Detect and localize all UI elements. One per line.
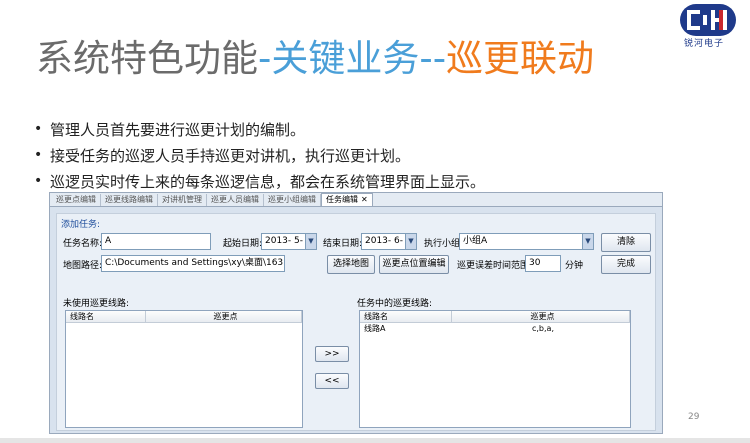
column-route-name[interactable]: 线路名 bbox=[66, 311, 146, 322]
logo-text: 锐河电子 bbox=[684, 39, 725, 49]
tolerance-unit: 分钟 bbox=[565, 261, 584, 271]
bottom-bar bbox=[0, 438, 750, 443]
group-label: 添加任务: bbox=[61, 220, 101, 230]
move-left-button[interactable]: << bbox=[315, 373, 349, 389]
map-path-value: C:\Documents and Settings\xy\桌面\163141.j… bbox=[105, 258, 284, 268]
start-date-picker[interactable]: 2013- 5- 2 ▼ bbox=[261, 233, 317, 250]
bullet-text: 管理人员首先要进行巡更计划的编制。 bbox=[50, 120, 306, 139]
start-date-label: 起始日期: bbox=[223, 239, 263, 249]
add-task-panel: 添加任务: 任务名称: A 起始日期: 2013- 5- 2 ▼ 结束日期: 20… bbox=[56, 213, 656, 431]
list-header: 线路名 巡更点 bbox=[360, 311, 630, 323]
finish-button[interactable]: 完成 bbox=[601, 255, 651, 274]
column-points[interactable]: 巡更点 bbox=[452, 311, 630, 322]
select-map-button[interactable]: 选择地图 bbox=[327, 255, 375, 274]
task-routes-list[interactable]: 线路名 巡更点 线路A c,b,a, bbox=[359, 310, 631, 428]
tolerance-value: 30 bbox=[529, 258, 541, 268]
end-date-picker[interactable]: 2013- 6- 2 ▼ bbox=[361, 233, 417, 250]
logo-mark-icon bbox=[680, 4, 736, 36]
tab-intercom-management[interactable]: 对讲机管理 bbox=[158, 194, 207, 206]
tolerance-input[interactable]: 30 bbox=[525, 255, 561, 272]
chevron-down-icon[interactable]: ▼ bbox=[305, 234, 316, 249]
map-path-label: 地图路径: bbox=[63, 261, 103, 271]
group-select-value: 小组A bbox=[463, 236, 488, 246]
tab-task-edit-label: 任务编辑 bbox=[326, 195, 358, 204]
clear-button[interactable]: 清除 bbox=[601, 233, 651, 252]
task-name-value: A bbox=[105, 236, 112, 246]
bullet-text: 巡逻员实时传上来的每条巡逻信息，都会在系统管理界面上显示。 bbox=[50, 172, 486, 191]
move-right-button[interactable]: >> bbox=[315, 346, 349, 362]
close-icon[interactable]: ✕ bbox=[361, 195, 368, 204]
title-part-3: 巡更联动 bbox=[446, 37, 595, 80]
table-row[interactable]: 线路A c,b,a, bbox=[360, 323, 630, 335]
unused-routes-label: 未使用巡更线路: bbox=[63, 299, 130, 309]
column-route-name[interactable]: 线路名 bbox=[360, 311, 452, 322]
task-name-input[interactable]: A bbox=[101, 233, 211, 250]
page-number: 29 bbox=[688, 412, 700, 422]
bullet-dot-icon: • bbox=[34, 147, 43, 163]
bullet-dot-icon: • bbox=[34, 121, 43, 137]
tolerance-label: 巡更误差时间范围: bbox=[457, 261, 533, 271]
app-screenshot: 巡更点编辑 巡更线路编辑 对讲机管理 巡更人员编辑 巡更小组编辑 任务编辑 ✕ 添… bbox=[49, 192, 663, 434]
edit-point-position-button[interactable]: 巡更点位置编辑 bbox=[379, 255, 449, 274]
title-part-2: -关键业务-- bbox=[258, 37, 447, 80]
column-points[interactable]: 巡更点 bbox=[146, 311, 302, 322]
slide: 锐河电子 系统特色功能-关键业务--巡更联动 • 管理人员首先要进行巡更计划的编制… bbox=[0, 0, 750, 443]
bullet-list: • 管理人员首先要进行巡更计划的编制。 • 接受任务的巡逻人员手持巡更对讲机，执行巡… bbox=[34, 116, 485, 194]
bullet-item: • 巡逻员实时传上来的每条巡逻信息，都会在系统管理界面上显示。 bbox=[34, 168, 485, 194]
tab-patrol-route-edit[interactable]: 巡更线路编辑 bbox=[101, 194, 158, 206]
task-routes-label: 任务中的巡更线路: bbox=[357, 299, 433, 309]
tab-patrol-point-edit[interactable]: 巡更点编辑 bbox=[52, 194, 101, 206]
unused-routes-list[interactable]: 线路名 巡更点 bbox=[65, 310, 303, 428]
title-part-1: 系统特色功能 bbox=[36, 37, 258, 80]
slide-title: 系统特色功能-关键业务--巡更联动 bbox=[36, 34, 594, 84]
map-path-input[interactable]: C:\Documents and Settings\xy\桌面\163141.j… bbox=[101, 255, 285, 272]
chevron-down-icon[interactable]: ▼ bbox=[582, 234, 593, 249]
bullet-text: 接受任务的巡逻人员手持巡更对讲机，执行巡更计划。 bbox=[50, 146, 411, 165]
route-name-cell: 线路A bbox=[364, 324, 386, 333]
end-date-label: 结束日期: bbox=[323, 239, 363, 249]
route-points-cell: c,b,a, bbox=[531, 324, 554, 333]
task-name-label: 任务名称: bbox=[63, 239, 103, 249]
list-header: 线路名 巡更点 bbox=[66, 311, 302, 323]
group-select[interactable]: 小组A ▼ bbox=[459, 233, 594, 250]
group-select-label: 执行小组: bbox=[424, 239, 464, 249]
tab-bar: 巡更点编辑 巡更线路编辑 对讲机管理 巡更人员编辑 巡更小组编辑 任务编辑 ✕ bbox=[50, 193, 662, 207]
company-logo: 锐河电子 bbox=[676, 4, 746, 50]
tab-patrol-staff-edit[interactable]: 巡更人员编辑 bbox=[207, 194, 264, 206]
bullet-dot-icon: • bbox=[34, 173, 43, 189]
bullet-item: • 管理人员首先要进行巡更计划的编制。 bbox=[34, 116, 485, 142]
chevron-down-icon[interactable]: ▼ bbox=[405, 234, 416, 249]
bullet-item: • 接受任务的巡逻人员手持巡更对讲机，执行巡更计划。 bbox=[34, 142, 485, 168]
tab-patrol-group-edit[interactable]: 巡更小组编辑 bbox=[264, 194, 321, 206]
tab-task-edit[interactable]: 任务编辑 ✕ bbox=[321, 193, 373, 206]
